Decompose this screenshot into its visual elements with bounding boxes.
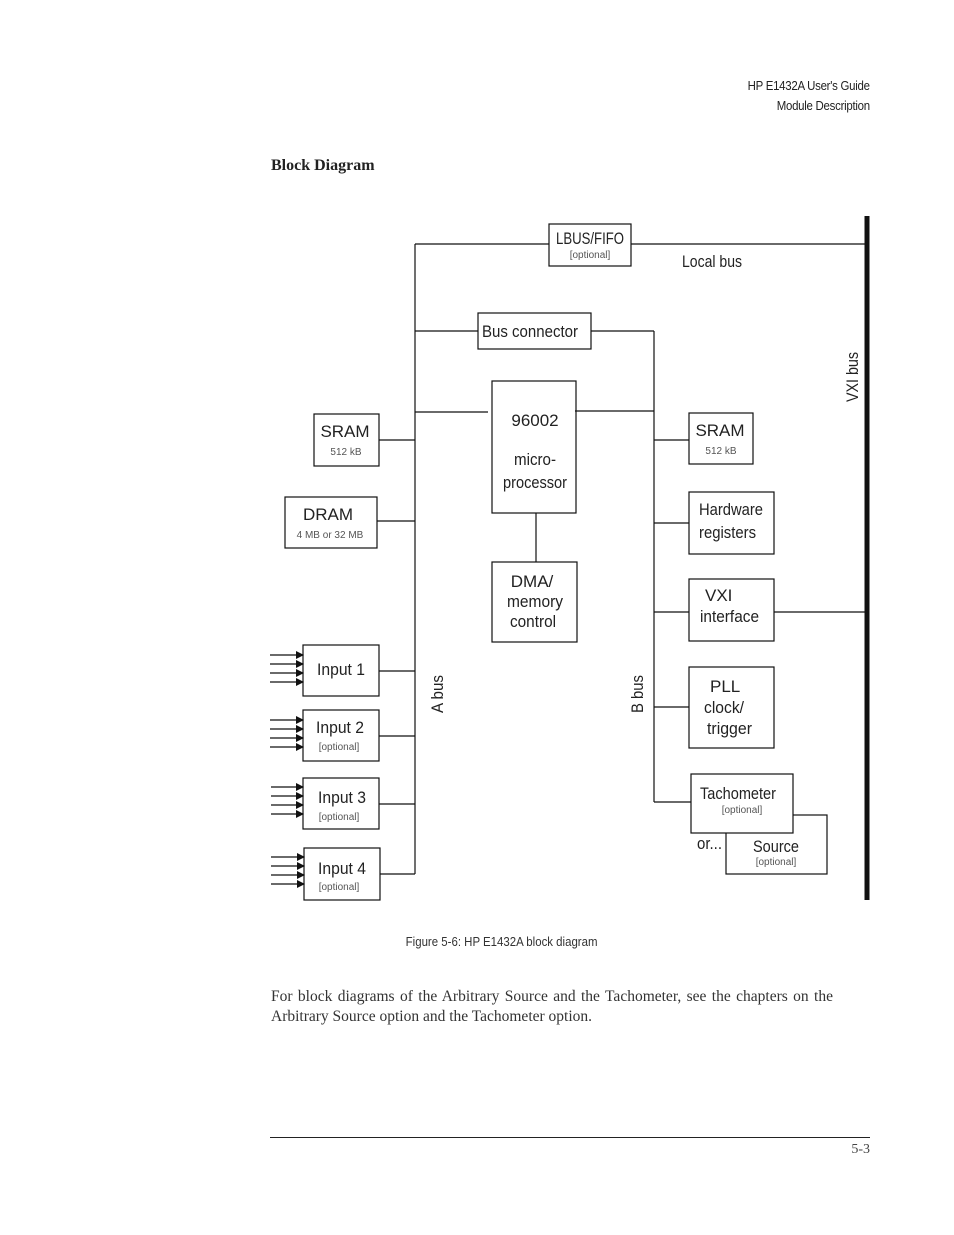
footer-rule — [270, 1137, 870, 1138]
figure-caption: Figure 5-6: HP E1432A block diagram — [405, 934, 598, 949]
source-label: Source — [753, 837, 799, 856]
bus-connector-label: Bus connector — [482, 322, 578, 341]
hw-registers-line1: Hardware — [699, 500, 763, 519]
lbus-fifo-sub: [optional] — [570, 250, 611, 261]
input3-sub: [optional] — [319, 812, 360, 823]
hw-registers-line2: registers — [699, 523, 756, 542]
sram-a-sub: 512 kB — [330, 447, 361, 458]
local-bus-label: Local bus — [682, 252, 742, 271]
input2-arrows — [270, 716, 304, 751]
tachometer-label: Tachometer — [700, 784, 776, 803]
vxi-interface-line1: VXI — [705, 586, 732, 605]
dram-label: DRAM — [303, 505, 353, 524]
micro-line1: 96002 — [511, 411, 558, 430]
input1-arrows — [270, 651, 304, 686]
vxi-bus-label: VXI bus — [843, 352, 862, 402]
sram-b-sub: 512 kB — [705, 446, 736, 457]
vxi-interface-line2: interface — [700, 607, 759, 626]
body-paragraph: For block diagrams of the Arbitrary Sour… — [271, 988, 833, 1025]
pll-line3: trigger — [707, 719, 752, 738]
source-sub: [optional] — [756, 857, 797, 868]
or-label: or... — [697, 834, 722, 853]
tachometer-block — [690, 773, 794, 834]
sram-b-label: SRAM — [695, 421, 744, 440]
input1-label: Input 1 — [317, 660, 365, 679]
input2-sub: [optional] — [319, 742, 360, 753]
pll-line2: clock/ — [704, 698, 744, 717]
b-bus-label: B bus — [628, 675, 647, 713]
dram-sub: 4 MB or 32 MB — [297, 530, 364, 541]
micro-line3: processor — [503, 473, 567, 492]
dma-line1: DMA/ — [511, 572, 554, 591]
input3-arrows — [271, 783, 304, 818]
input4-sub: [optional] — [319, 882, 360, 893]
micro-line2: micro- — [514, 450, 556, 469]
input4-arrows — [271, 853, 305, 888]
block-diagram: LBUS/FIFO [optional] Local bus Bus conne… — [270, 216, 870, 901]
input3-label: Input 3 — [318, 788, 366, 807]
dma-line3: control — [510, 612, 556, 631]
input2-label: Input 2 — [316, 718, 364, 737]
sram-a-label: SRAM — [320, 422, 369, 441]
lbus-fifo-label: LBUS/FIFO — [556, 229, 624, 248]
microprocessor-block — [491, 380, 577, 514]
input4-label: Input 4 — [318, 859, 366, 878]
pll-line1: PLL — [710, 677, 740, 696]
a-bus-label: A bus — [428, 675, 447, 713]
dma-line2: memory — [507, 592, 563, 611]
page-number: 5-3 — [851, 1142, 870, 1157]
tachometer-sub: [optional] — [722, 805, 763, 816]
